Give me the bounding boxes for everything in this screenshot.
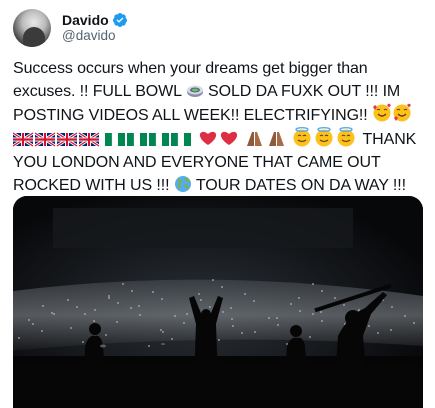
tweet-line-5: YOU LONDON AND EVERYONE THAT CAME OUT (13, 154, 381, 171)
verified-badge-icon (112, 13, 127, 27)
tweet-line-2a: excuses. !! FULL BOWL (13, 83, 182, 100)
folded-hands-emoji (247, 132, 285, 146)
nigeria-flag-emoji (105, 132, 192, 147)
tweet-line-3a: POSTING VIDEOS ALL WEEK!! ELECTRIFYING!! (13, 107, 368, 124)
tweet-media-image[interactable] (13, 196, 423, 408)
tweet-line-6b: TOUR DATES ON DA WAY !!! (195, 177, 406, 194)
tweet-card: Davido @davido Success occurs when your … (0, 0, 435, 408)
user-names: Davido @davido (62, 12, 128, 44)
user-handle[interactable]: @davido (62, 28, 128, 44)
globe-emoji (174, 176, 191, 192)
tweet-line-6a: ROCKED WITH US !!! (13, 177, 170, 194)
avatar[interactable] (13, 9, 51, 47)
tweet-header: Davido @davido (13, 9, 128, 47)
tweet-text: Success occurs when your dreams get bigg… (13, 57, 423, 197)
display-name-row[interactable]: Davido (62, 12, 128, 28)
concert-photo (13, 196, 423, 408)
display-name[interactable]: Davido (62, 12, 109, 28)
uk-flag-emoji (13, 131, 101, 147)
stadium-emoji (186, 85, 203, 97)
halo-smile-emoji (293, 127, 356, 147)
tweet-line-4b: THANK (362, 131, 417, 148)
tweet-line-1: Success occurs when your dreams get bigg… (13, 60, 368, 77)
smiling-hearts-emoji (372, 103, 411, 122)
red-heart-emoji (199, 131, 237, 145)
tweet-line-2b: SOLD DA FUXK OUT !!! IM (208, 83, 401, 100)
